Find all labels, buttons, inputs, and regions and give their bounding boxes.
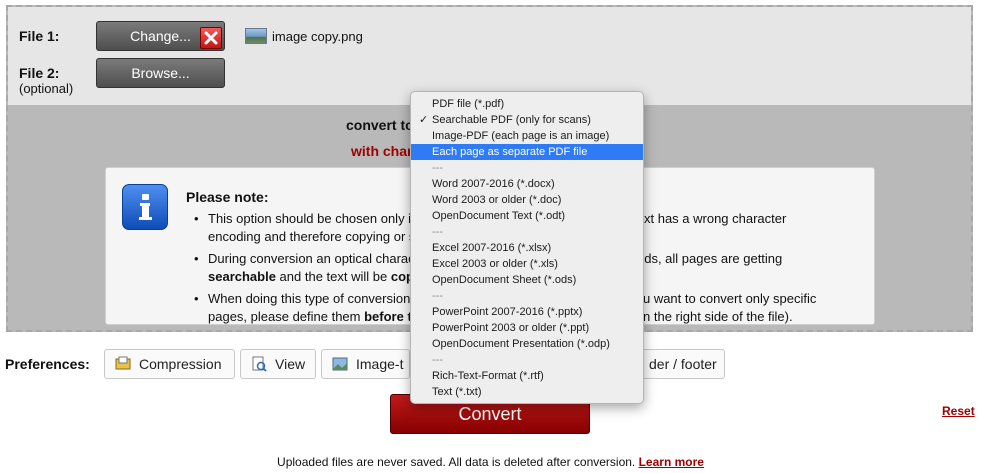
note-text: on the right side of the file). — [635, 309, 793, 324]
dropdown-option-label: --- — [432, 162, 443, 174]
dropdown-option-label: Image-PDF (each page is an image) — [432, 130, 610, 142]
image-settings-button[interactable]: Image-t — [321, 349, 410, 379]
dropdown-option-label: OpenDocument Text (*.odt) — [432, 210, 566, 222]
dropdown-option-label: Each page as separate PDF file — [432, 146, 588, 158]
convert-format-dropdown[interactable]: PDF file (*.pdf) ✓ Searchable PDF (only fo… — [410, 91, 644, 404]
learn-more-link[interactable]: Learn more — [639, 455, 704, 469]
note-text: ards, all pages are getting — [632, 251, 783, 266]
dropdown-option-label: PDF file (*.pdf) — [432, 98, 505, 110]
view-label: View — [275, 356, 306, 372]
dropdown-option-label: OpenDocument Sheet (*.ods) — [432, 274, 577, 286]
dropdown-option[interactable]: Rich-Text-Format (*.rtf) — [411, 368, 643, 384]
info-glyph — [139, 194, 152, 220]
dropdown-separator: --- — [411, 160, 643, 176]
view-button[interactable]: View — [240, 349, 316, 379]
preferences-label: Preferences: — [5, 356, 90, 372]
note-bold: before t — [364, 309, 412, 324]
dropdown-option-label: OpenDocument Presentation (*.odp) — [432, 338, 610, 350]
footer-text: Uploaded files are never saved. All data… — [277, 455, 639, 469]
dropdown-option[interactable]: OpenDocument Sheet (*.ods) — [411, 272, 643, 288]
image-settings-label: Image-t — [356, 356, 404, 372]
file2-optional-text: (optional) — [19, 81, 74, 96]
dropdown-option[interactable]: Image-PDF (each page is an image) — [411, 128, 643, 144]
file2-label-text: File 2: — [19, 65, 60, 81]
dropdown-option[interactable]: Excel 2007-2016 (*.xlsx) — [411, 240, 643, 256]
dropdown-option[interactable]: Text (*.txt) — [411, 384, 643, 400]
note-bold: searchable — [208, 269, 276, 284]
file1-name: image copy.png — [272, 29, 363, 44]
note-title: Please note: — [186, 189, 269, 205]
note-text: When doing this type of conversion, — [208, 291, 414, 306]
info-icon — [122, 184, 168, 230]
convert-to-label: convert to — [346, 117, 414, 133]
reset-link[interactable]: Reset — [942, 404, 975, 418]
dropdown-separator: --- — [411, 224, 643, 240]
dropdown-option[interactable]: PowerPoint 2003 or older (*.ppt) — [411, 320, 643, 336]
file1-label: File 1: — [19, 28, 60, 44]
compression-button[interactable]: Compression — [104, 349, 235, 379]
dropdown-option-label: --- — [432, 226, 443, 238]
dropdown-option[interactable]: OpenDocument Text (*.odt) — [411, 208, 643, 224]
dropdown-option-label: Word 2003 or older (*.doc) — [432, 194, 562, 206]
image-icon — [332, 357, 348, 371]
header-footer-label: der / footer — [649, 356, 717, 372]
note-text: During conversion an optical charac — [208, 251, 415, 266]
dropdown-option-label: Rich-Text-Format (*.rtf) — [432, 370, 544, 382]
dropdown-option-label: Searchable PDF (only for scans) — [432, 114, 591, 126]
note-text: This option should be chosen only i — [208, 211, 412, 226]
dropdown-option[interactable]: OpenDocument Presentation (*.odp) — [411, 336, 643, 352]
dropdown-option[interactable]: Excel 2003 or older (*.xls) — [411, 256, 643, 272]
dropdown-option-label: Word 2007-2016 (*.docx) — [432, 178, 555, 190]
dropdown-option[interactable]: PDF file (*.pdf) — [411, 96, 643, 112]
dropdown-option-label: Excel 2003 or older (*.xls) — [432, 258, 558, 270]
dropdown-option-label: PowerPoint 2007-2016 (*.pptx) — [432, 306, 583, 318]
remove-file-button[interactable] — [200, 27, 222, 49]
file2-label: File 2: (optional) — [19, 65, 73, 96]
compression-icon — [115, 356, 131, 370]
dropdown-separator: --- — [411, 288, 643, 304]
compression-label: Compression — [139, 356, 222, 372]
checkmark-icon: ✓ — [419, 114, 429, 126]
dropdown-option[interactable]: Word 2003 or older (*.doc) — [411, 192, 643, 208]
dropdown-option-label: Text (*.txt) — [432, 386, 482, 398]
dropdown-option[interactable]: Word 2007-2016 (*.docx) — [411, 176, 643, 192]
dropdown-option-label: Excel 2007-2016 (*.xlsx) — [432, 242, 552, 254]
dropdown-option[interactable]: PowerPoint 2007-2016 (*.pptx) — [411, 304, 643, 320]
dropdown-option[interactable]: Each page as separate PDF file — [411, 144, 643, 160]
dropdown-option[interactable]: ✓ Searchable PDF (only for scans) — [411, 112, 643, 128]
close-icon — [204, 31, 218, 45]
browse-file-button[interactable]: Browse... — [96, 58, 225, 88]
dropdown-option-label: PowerPoint 2003 or older (*.ppt) — [432, 322, 590, 334]
view-icon — [252, 356, 267, 372]
note-text: pages, please define them — [208, 309, 365, 324]
note-text: and the text will be — [275, 269, 391, 284]
footer-note: Uploaded files are never saved. All data… — [0, 455, 981, 469]
note-text: encoding and therefore copying or s — [208, 229, 416, 244]
dropdown-separator: --- — [411, 352, 643, 368]
image-file-icon — [245, 28, 267, 44]
dropdown-option-label: --- — [432, 290, 443, 302]
with-char-label: with char — [351, 143, 413, 159]
dropdown-option-label: --- — [432, 354, 443, 366]
